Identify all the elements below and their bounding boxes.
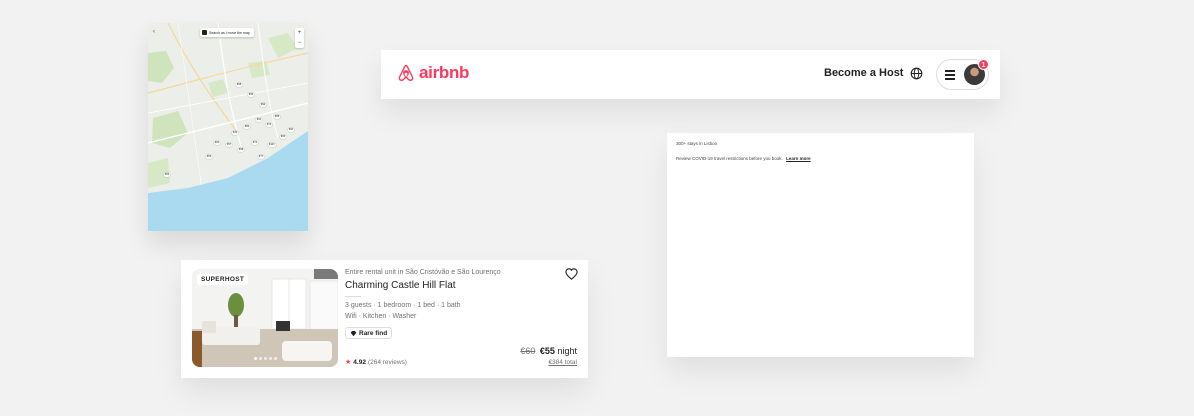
map-price-pin[interactable]: €85: [274, 115, 281, 119]
listing-photo[interactable]: SUPERHOST: [192, 269, 338, 367]
star-icon: ★: [345, 359, 352, 366]
map-price-pin[interactable]: €60: [164, 173, 171, 177]
superhost-badge: SUPERHOST: [197, 274, 249, 285]
map-price-pin[interactable]: €74: [266, 123, 273, 127]
map-price-pin[interactable]: €68: [236, 83, 243, 87]
map-zoom-control[interactable]: + −: [295, 28, 304, 48]
listing-details: 3 guests · 1 bedroom · 1 bed · 1 bath: [345, 302, 461, 309]
search-as-move-label: Search as I move the map: [209, 30, 250, 35]
map-price-pin[interactable]: €58: [238, 148, 245, 152]
map-back-icon[interactable]: ‹: [153, 29, 155, 35]
profile-menu-button[interactable]: 1: [936, 59, 989, 90]
map-panel[interactable]: ‹ Search as I move the map + − €68 €55 €92…: [148, 23, 308, 231]
map-price-pin[interactable]: €55: [248, 93, 255, 97]
learn-more-link[interactable]: Learn more: [786, 156, 811, 161]
notification-badge: 1: [978, 59, 989, 70]
zoom-in-button[interactable]: +: [295, 28, 304, 38]
map-price-pin[interactable]: €49: [232, 131, 239, 135]
map-price-pin[interactable]: €61: [256, 118, 263, 122]
map-price-pin[interactable]: €80: [244, 125, 251, 129]
map-canvas[interactable]: [148, 23, 308, 231]
search-as-move-toggle[interactable]: Search as I move the map: [200, 28, 254, 37]
hamburger-menu-icon: [945, 70, 955, 82]
rating: ★ 4.92 (264 reviews): [345, 358, 407, 367]
divider: [345, 296, 361, 297]
results-count: 300+ stays in Lisbon: [676, 141, 718, 146]
listing-card[interactable]: SUPERHOST Entire rental unit in São Cris…: [181, 260, 588, 378]
map-price-pin[interactable]: €103: [268, 143, 276, 147]
become-host-link[interactable]: Become a Host: [824, 67, 903, 79]
listing-amenities: Wifi · Kitchen · Washer: [345, 313, 417, 320]
map-price-pin[interactable]: €92: [260, 103, 267, 107]
globe-icon[interactable]: [910, 67, 923, 80]
map-price-pin[interactable]: €90: [288, 128, 295, 132]
price-unit: night: [557, 346, 577, 356]
logo-wordmark: airbnb: [419, 63, 470, 82]
photo-carousel-dots[interactable]: [254, 357, 277, 360]
total-price-link[interactable]: €384 total: [548, 359, 577, 366]
airbnb-belo-icon: [398, 64, 414, 81]
site-header: airbnb Become a Host 1: [381, 50, 1000, 99]
checkbox-icon[interactable]: [202, 30, 207, 35]
rating-score: 4.92: [353, 358, 366, 366]
rare-find-badge: Rare find: [345, 327, 393, 339]
price: €60 €55 night: [520, 346, 577, 356]
rare-find-label: Rare find: [359, 329, 388, 337]
map-price-pin[interactable]: €57: [226, 143, 233, 147]
covid-notice-text: Review COVID-19 travel restrictions befo…: [676, 156, 783, 161]
covid-notice: Review COVID-19 travel restrictions befo…: [676, 156, 811, 161]
diamond-icon: [350, 330, 357, 336]
map-price-pin[interactable]: €53: [206, 155, 213, 159]
airbnb-logo[interactable]: airbnb: [396, 62, 469, 84]
zoom-out-button[interactable]: −: [295, 38, 304, 48]
old-price: €60: [520, 346, 536, 356]
heart-icon[interactable]: [565, 268, 578, 280]
map-price-pin[interactable]: €72: [252, 141, 259, 145]
review-count: (264 reviews): [367, 358, 407, 366]
listing-type: Entire rental unit in São Cristóvão e Sã…: [345, 269, 501, 276]
new-price: €55: [539, 346, 555, 356]
map-price-pin[interactable]: €64: [214, 141, 221, 145]
map-price-pin[interactable]: €66: [280, 135, 287, 139]
results-panel: 300+ stays in Lisbon Review COVID-19 tra…: [667, 133, 974, 357]
listing-title[interactable]: Charming Castle Hill Flat: [345, 280, 456, 291]
map-price-pin[interactable]: €77: [258, 155, 265, 159]
